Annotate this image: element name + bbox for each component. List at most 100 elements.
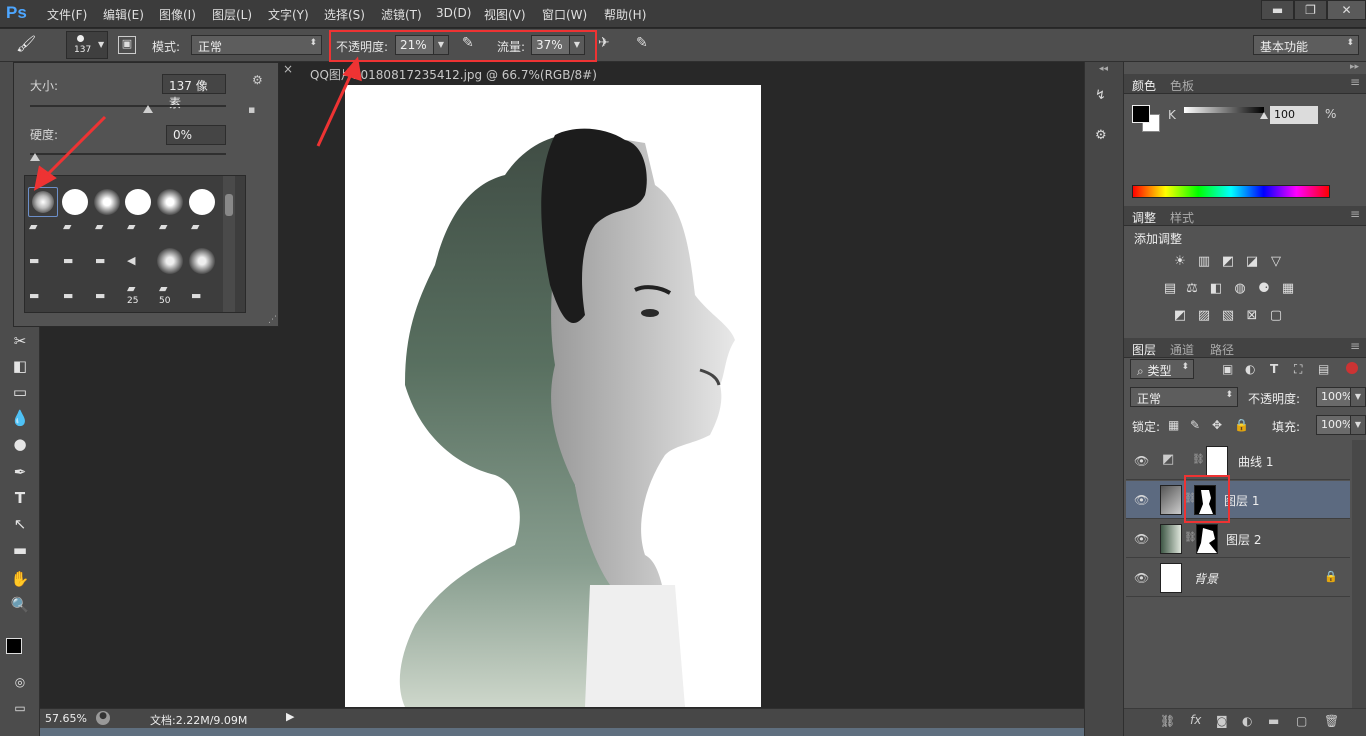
arrow-to-brush-preset bbox=[43, 115, 107, 179]
updown-arrow-icon: ⬍ bbox=[1181, 362, 1189, 372]
eye-icon[interactable]: 👁 bbox=[1134, 454, 1149, 468]
panel-menu-icon[interactable]: ≡ bbox=[1350, 207, 1360, 221]
layer-name[interactable]: 图层 2 bbox=[1226, 531, 1261, 548]
layer-name[interactable]: 背景 bbox=[1194, 570, 1218, 587]
tab-adjustments[interactable]: 调整 bbox=[1132, 209, 1156, 226]
brightness-icon[interactable]: ☀ bbox=[1172, 254, 1188, 270]
exposure-icon[interactable]: ◪ bbox=[1244, 254, 1260, 270]
posterize-icon[interactable]: ▨ bbox=[1196, 308, 1212, 324]
layer-row-layer1[interactable]: 👁 ⛓ 图层 1 bbox=[1126, 481, 1350, 519]
new-layer-icon[interactable]: ▢ bbox=[1296, 714, 1307, 728]
mask-icon[interactable]: ◙ bbox=[1216, 714, 1228, 728]
k-channel-label: K bbox=[1168, 108, 1176, 122]
eye-icon[interactable]: 👁 bbox=[1134, 493, 1149, 507]
layer-filter-select[interactable]: ⌕ 类型 ⬍ bbox=[1130, 359, 1194, 379]
tab-color[interactable]: 颜色 bbox=[1132, 77, 1156, 94]
updown-arrow-icon: ⬍ bbox=[1225, 390, 1233, 400]
threshold-icon[interactable]: ▧ bbox=[1220, 308, 1236, 324]
layer-mask-thumbnail[interactable] bbox=[1206, 446, 1228, 476]
color-lookup-icon[interactable]: ▦ bbox=[1280, 281, 1296, 297]
invert-icon[interactable]: ◩ bbox=[1172, 308, 1188, 324]
collapse-arrows-icon[interactable]: ◂◂ bbox=[1099, 64, 1108, 74]
black-white-icon[interactable]: ◧ bbox=[1208, 281, 1224, 297]
fill-input[interactable]: 100% bbox=[1316, 415, 1352, 435]
layer-opacity-input[interactable]: 100% bbox=[1316, 387, 1352, 407]
lock-label: 锁定: bbox=[1132, 420, 1161, 434]
layer-row-background[interactable]: 👁 背景 🔒 bbox=[1126, 559, 1350, 597]
filter-adjust-icon[interactable]: ◐ bbox=[1245, 362, 1255, 376]
properties-panel-icon[interactable]: ⚙ bbox=[1095, 128, 1115, 150]
search-icon: ⌕ bbox=[1137, 364, 1148, 378]
layer-opacity-dropdown-icon[interactable]: ▼ bbox=[1350, 387, 1366, 407]
layers-footer: ⛓ fx ◙ ◐ ▬ ▢ 🗑 bbox=[1124, 708, 1366, 736]
layer-thumbnail[interactable] bbox=[1160, 524, 1182, 554]
layer-opacity-label: 不透明度: bbox=[1248, 392, 1301, 406]
filter-smart-icon[interactable]: ▤ bbox=[1318, 362, 1329, 376]
tab-paths[interactable]: 路径 bbox=[1210, 341, 1234, 358]
blend-mode-select[interactable]: 正常 ⬍ bbox=[1130, 387, 1238, 407]
right-panels: 颜色 色板 ≡ ▸▸ K 100 % 调整 样式 ≡ 添加调整 ☀ ▥ ◩ ◪ … bbox=[1124, 62, 1366, 736]
adjustment-icon[interactable]: ◐ bbox=[1242, 714, 1252, 728]
filter-shape-icon[interactable]: ⛶ bbox=[1294, 362, 1302, 377]
link-icon[interactable]: ⛓ bbox=[1184, 532, 1197, 543]
adjustments-panel-tabs: 调整 样式 ≡ bbox=[1124, 206, 1366, 226]
link-icon[interactable]: ⛓ bbox=[1192, 454, 1205, 465]
panel-menu-icon[interactable]: ≡ bbox=[1350, 339, 1360, 353]
history-panel-icon[interactable]: ↯ bbox=[1095, 88, 1115, 110]
collapse-arrows-icon[interactable]: ▸▸ bbox=[1350, 62, 1359, 72]
tab-styles[interactable]: 样式 bbox=[1170, 209, 1194, 226]
filter-type-value: 类型 bbox=[1147, 364, 1172, 378]
fx-icon[interactable]: fx bbox=[1190, 713, 1201, 727]
layer-row-curves[interactable]: 👁 ◩ ⛓ 曲线 1 bbox=[1126, 442, 1350, 480]
foreground-color-swatch[interactable] bbox=[1132, 105, 1150, 123]
arrow-to-opacity-box bbox=[316, 71, 354, 147]
k-slider-thumb[interactable] bbox=[1260, 112, 1268, 119]
layers-list: 👁 ◩ ⛓ 曲线 1 👁 ⛓ 图层 1 👁 ⛓ 图层 2 👁 背景 🔒 bbox=[1124, 440, 1352, 600]
tab-channels[interactable]: 通道 bbox=[1170, 341, 1194, 358]
link-icon[interactable]: ⛓ bbox=[1160, 714, 1175, 728]
lock-icon: 🔒 bbox=[1324, 570, 1338, 583]
k-value-input[interactable]: 100 bbox=[1270, 106, 1318, 124]
layers-panel-tabs: 图层 通道 路径 ≡ bbox=[1124, 338, 1366, 358]
layers-scrollbar[interactable] bbox=[1352, 440, 1366, 710]
layer-thumbnail[interactable] bbox=[1160, 563, 1182, 593]
eye-icon[interactable]: 👁 bbox=[1134, 532, 1149, 546]
color-spectrum-bar[interactable] bbox=[1132, 185, 1330, 198]
lock-pixels-icon[interactable]: ✎ bbox=[1190, 418, 1200, 432]
layer-thumbnail[interactable] bbox=[1160, 485, 1182, 515]
levels-icon[interactable]: ▥ bbox=[1196, 254, 1212, 270]
filter-type-icon[interactable]: T bbox=[1270, 362, 1278, 376]
selective-color-icon[interactable]: ▢ bbox=[1268, 308, 1284, 324]
trash-icon[interactable]: 🗑 bbox=[1324, 714, 1339, 728]
lock-transparency-icon[interactable]: ▦ bbox=[1168, 418, 1179, 432]
highlight-layer-mask bbox=[1184, 475, 1230, 523]
k-unit: % bbox=[1325, 107, 1337, 121]
panel-menu-icon[interactable]: ≡ bbox=[1350, 75, 1360, 89]
gradient-map-icon[interactable]: ⊠ bbox=[1244, 308, 1260, 324]
lock-position-icon[interactable]: ✥ bbox=[1212, 418, 1222, 432]
color-balance-icon[interactable]: ⚖ bbox=[1184, 281, 1200, 297]
filter-toggle-icon[interactable] bbox=[1346, 362, 1358, 374]
k-slider-track[interactable] bbox=[1184, 107, 1264, 113]
layer-row-layer2[interactable]: 👁 ⛓ 图层 2 bbox=[1126, 520, 1350, 558]
panel-dock: ◂◂ ↯ ⚙ bbox=[1084, 62, 1124, 736]
curves-icon[interactable]: ◩ bbox=[1220, 254, 1236, 270]
tab-swatches[interactable]: 色板 bbox=[1170, 77, 1194, 94]
fill-label: 填充: bbox=[1272, 420, 1301, 434]
fill-dropdown-icon[interactable]: ▼ bbox=[1350, 415, 1366, 435]
layer-name[interactable]: 曲线 1 bbox=[1238, 453, 1273, 470]
lock-all-icon[interactable]: 🔒 bbox=[1234, 418, 1249, 432]
tab-layers[interactable]: 图层 bbox=[1132, 341, 1156, 358]
photo-filter-icon[interactable]: ◍ bbox=[1232, 281, 1248, 297]
hue-saturation-icon[interactable]: ▤ bbox=[1162, 281, 1178, 297]
blend-mode-value: 正常 bbox=[1137, 392, 1162, 406]
curves-adjustment-icon: ◩ bbox=[1162, 452, 1175, 467]
add-adjustment-title: 添加调整 bbox=[1134, 232, 1183, 246]
eye-icon[interactable]: 👁 bbox=[1134, 571, 1149, 585]
layer-mask-thumbnail[interactable] bbox=[1196, 524, 1218, 554]
color-panel-tabs: 颜色 色板 ≡ bbox=[1124, 74, 1366, 94]
vibrance-icon[interactable]: ▽ bbox=[1268, 254, 1284, 270]
folder-icon[interactable]: ▬ bbox=[1268, 714, 1279, 728]
filter-image-icon[interactable]: ▣ bbox=[1222, 362, 1233, 376]
channel-mixer-icon[interactable]: ⚈ bbox=[1256, 281, 1272, 297]
